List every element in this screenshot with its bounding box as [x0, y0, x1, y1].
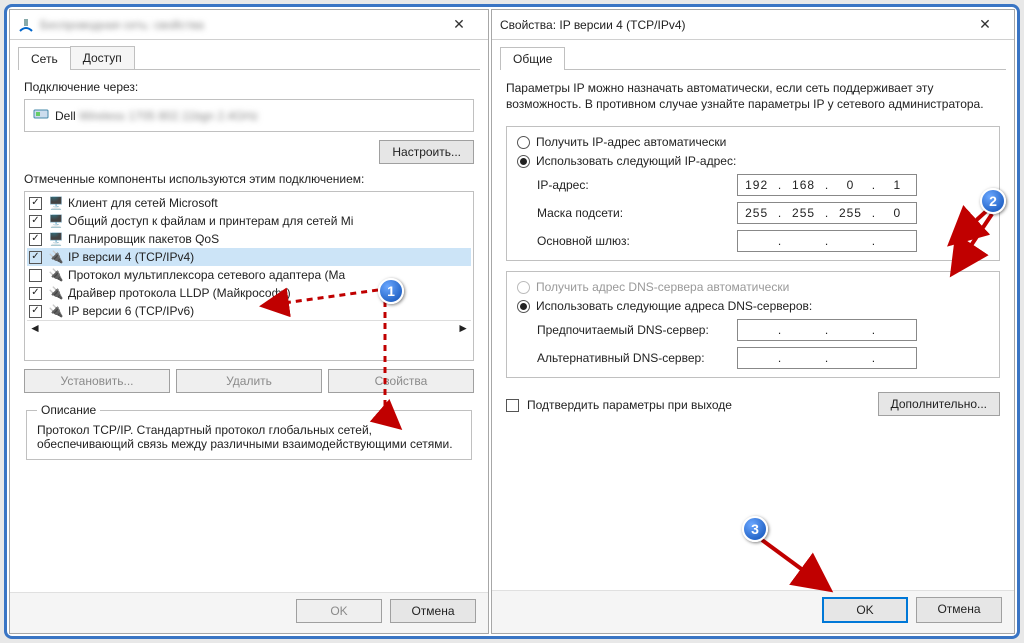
close-button-left[interactable]: ✕ [438, 11, 480, 39]
connect-via-label: Подключение через: [24, 80, 474, 94]
dns2-input[interactable]: ... [737, 347, 917, 369]
tab-general[interactable]: Общие [500, 47, 565, 70]
close-button-right[interactable]: ✕ [964, 11, 1006, 39]
ip-address-label: IP-адрес: [537, 178, 737, 192]
dns2-label: Альтернативный DNS-сервер: [537, 351, 737, 365]
checkbox[interactable] [29, 197, 42, 210]
radio-label-auto-ip: Получить IP-адрес автоматически [536, 135, 726, 149]
confirm-on-exit-row[interactable]: Подтвердить параметры при выходе [506, 398, 732, 412]
radio-icon [517, 281, 530, 294]
titlebar-left: Беспроводная сеть: свойства ✕ [10, 10, 488, 40]
configure-button[interactable]: Настроить... [379, 140, 474, 164]
info-text: Параметры IP можно назначать автоматичес… [506, 80, 1000, 112]
radio-icon[interactable] [517, 300, 530, 313]
window-title-left: Беспроводная сеть: свойства [40, 18, 438, 32]
checkbox[interactable] [29, 233, 42, 246]
list-item[interactable]: 🔌 IP версии 6 (TCP/IPv6) [27, 302, 471, 320]
radio-label-use-ip: Использовать следующий IP-адрес: [536, 154, 736, 168]
list-item-label: IP версии 4 (TCP/IPv4) [68, 250, 194, 264]
list-item-label: Клиент для сетей Microsoft [68, 196, 218, 210]
properties-button[interactable]: Свойства [328, 369, 474, 393]
radio-auto-dns: Получить адрес DNS-сервера автоматически [517, 280, 989, 294]
adapter-box: Dell Wireless 1705 802.11bgn 2.4GHz [24, 99, 474, 132]
radio-label-use-dns: Использовать следующие адреса DNS-сервер… [536, 299, 812, 313]
list-item[interactable]: 🔌 Протокол мультиплексора сетевого адапт… [27, 266, 471, 284]
ok-button-right[interactable]: OK [822, 597, 908, 623]
adapter-icon [33, 106, 49, 125]
network-properties-window: Беспроводная сеть: свойства ✕ Сеть Досту… [9, 9, 489, 634]
uninstall-button[interactable]: Удалить [176, 369, 322, 393]
radio-use-dns[interactable]: Использовать следующие адреса DNS-сервер… [517, 299, 989, 313]
install-button[interactable]: Установить... [24, 369, 170, 393]
component-icon: 🖥️ [48, 213, 64, 229]
cancel-button-right[interactable]: Отмена [916, 597, 1002, 623]
ip-fieldset: Получить IP-адрес автоматически Использо… [506, 126, 1000, 261]
cancel-button-left[interactable]: Отмена [390, 599, 476, 623]
description-fieldset: Описание Протокол TCP/IP. Стандартный пр… [26, 403, 472, 460]
wifi-icon [18, 17, 34, 33]
dns-fieldset: Получить адрес DNS-сервера автоматически… [506, 271, 1000, 378]
dialog-buttons-left: OK Отмена [10, 592, 488, 633]
protocol-icon: 🔌 [48, 303, 64, 319]
checkbox[interactable] [29, 287, 42, 300]
dialog-buttons-right: OK Отмена [492, 590, 1014, 633]
radio-use-ip[interactable]: Использовать следующий IP-адрес: [517, 154, 989, 168]
components-label: Отмеченные компоненты используются этим … [24, 172, 474, 186]
description-legend: Описание [37, 403, 100, 417]
protocol-icon: 🔌 [48, 249, 64, 265]
protocol-icon: 🔌 [48, 267, 64, 283]
tabstrip-right: Общие [500, 46, 1006, 70]
ip-address-input[interactable]: 192. 168. 0. 1 [737, 174, 917, 196]
list-item[interactable]: 🖥️ Клиент для сетей Microsoft [27, 194, 471, 212]
list-item[interactable]: 🔌 Драйвер протокола LLDP (Майкрософт) [27, 284, 471, 302]
scroll-left-icon[interactable]: ◄ [29, 321, 41, 335]
checkbox[interactable] [506, 399, 519, 412]
titlebar-right: Свойства: IP версии 4 (TCP/IPv4) ✕ [492, 10, 1014, 40]
radio-icon[interactable] [517, 136, 530, 149]
gateway-label: Основной шлюз: [537, 234, 737, 248]
protocol-icon: 🔌 [48, 285, 64, 301]
list-item[interactable]: 🖥️ Общий доступ к файлам и принтерам для… [27, 212, 471, 230]
component-icon: 🖥️ [48, 195, 64, 211]
radio-auto-ip[interactable]: Получить IP-адрес автоматически [517, 135, 989, 149]
subnet-mask-input[interactable]: 255. 255. 255. 0 [737, 202, 917, 224]
list-item-label: Планировщик пакетов QoS [68, 232, 219, 246]
tabstrip-left: Сеть Доступ [18, 46, 480, 70]
description-text: Протокол TCP/IP. Стандартный протокол гл… [37, 423, 461, 451]
adapter-name: Dell Wireless 1705 802.11bgn 2.4GHz [55, 109, 258, 123]
list-item[interactable]: 🖥️ Планировщик пакетов QoS [27, 230, 471, 248]
scroll-right-icon[interactable]: ► [457, 321, 469, 335]
annotation-badge-1: 1 [378, 278, 404, 304]
checkbox[interactable] [29, 269, 42, 282]
tab-access[interactable]: Доступ [70, 46, 135, 69]
list-item-label: Драйвер протокола LLDP (Майкрософт) [68, 286, 291, 300]
components-listbox[interactable]: 🖥️ Клиент для сетей Microsoft 🖥️ Общий д… [24, 191, 474, 361]
advanced-button[interactable]: Дополнительно... [878, 392, 1000, 416]
dns1-input[interactable]: ... [737, 319, 917, 341]
ok-button-left[interactable]: OK [296, 599, 382, 623]
component-icon: 🖥️ [48, 231, 64, 247]
annotation-badge-2: 2 [980, 188, 1006, 214]
dns1-label: Предпочитаемый DNS-сервер: [537, 323, 737, 337]
list-item-label: Общий доступ к файлам и принтерам для се… [68, 214, 353, 228]
list-item-label: IP версии 6 (TCP/IPv6) [68, 304, 194, 318]
checkbox[interactable] [29, 251, 42, 264]
subnet-mask-label: Маска подсети: [537, 206, 737, 220]
radio-icon[interactable] [517, 155, 530, 168]
list-item-label: Протокол мультиплексора сетевого адаптер… [68, 268, 345, 282]
gateway-input[interactable]: . . . [737, 230, 917, 252]
annotation-badge-3: 3 [742, 516, 768, 542]
list-item-ipv4[interactable]: 🔌 IP версии 4 (TCP/IPv4) [27, 248, 471, 266]
radio-label-auto-dns: Получить адрес DNS-сервера автоматически [536, 280, 789, 294]
tab-network[interactable]: Сеть [18, 47, 71, 70]
checkbox[interactable] [29, 215, 42, 228]
checkbox[interactable] [29, 305, 42, 318]
confirm-label: Подтвердить параметры при выходе [527, 398, 732, 412]
window-title-right: Свойства: IP версии 4 (TCP/IPv4) [500, 18, 964, 32]
